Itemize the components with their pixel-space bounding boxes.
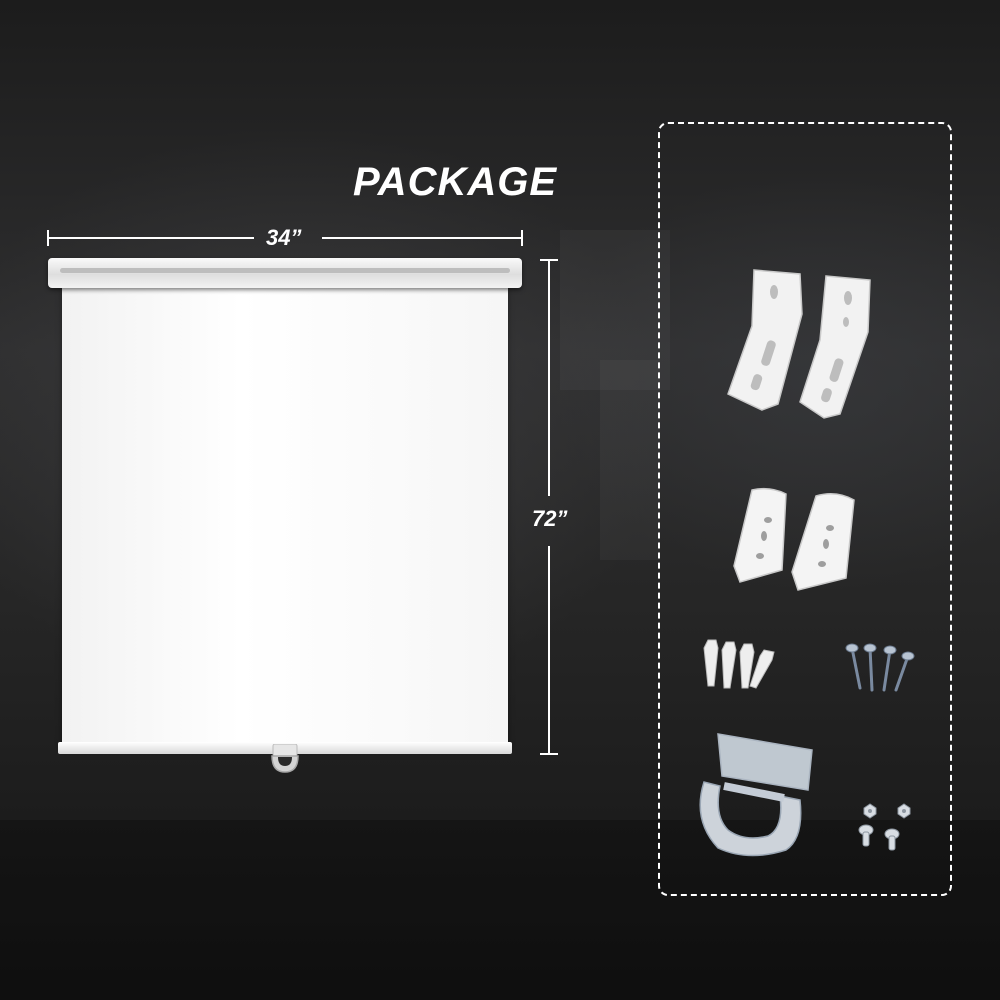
- wall-anchor-icon: [703, 639, 775, 689]
- height-label: 72”: [532, 506, 568, 531]
- screw-icon: [845, 643, 915, 692]
- width-label: 34”: [266, 225, 302, 250]
- small-bracket-icon: [733, 487, 855, 591]
- background-window-frame: [600, 360, 660, 560]
- roller-blind-headrail: [48, 258, 522, 288]
- package-title: PACKAGE: [352, 160, 558, 204]
- pull-tab-icon: [271, 744, 299, 773]
- nut-bolt-icon: [858, 803, 911, 851]
- headrail-groove: [60, 268, 510, 273]
- pull-handle-icon: [699, 733, 813, 857]
- roller-blind-fabric: [62, 286, 508, 746]
- large-l-bracket-icon: [727, 269, 871, 419]
